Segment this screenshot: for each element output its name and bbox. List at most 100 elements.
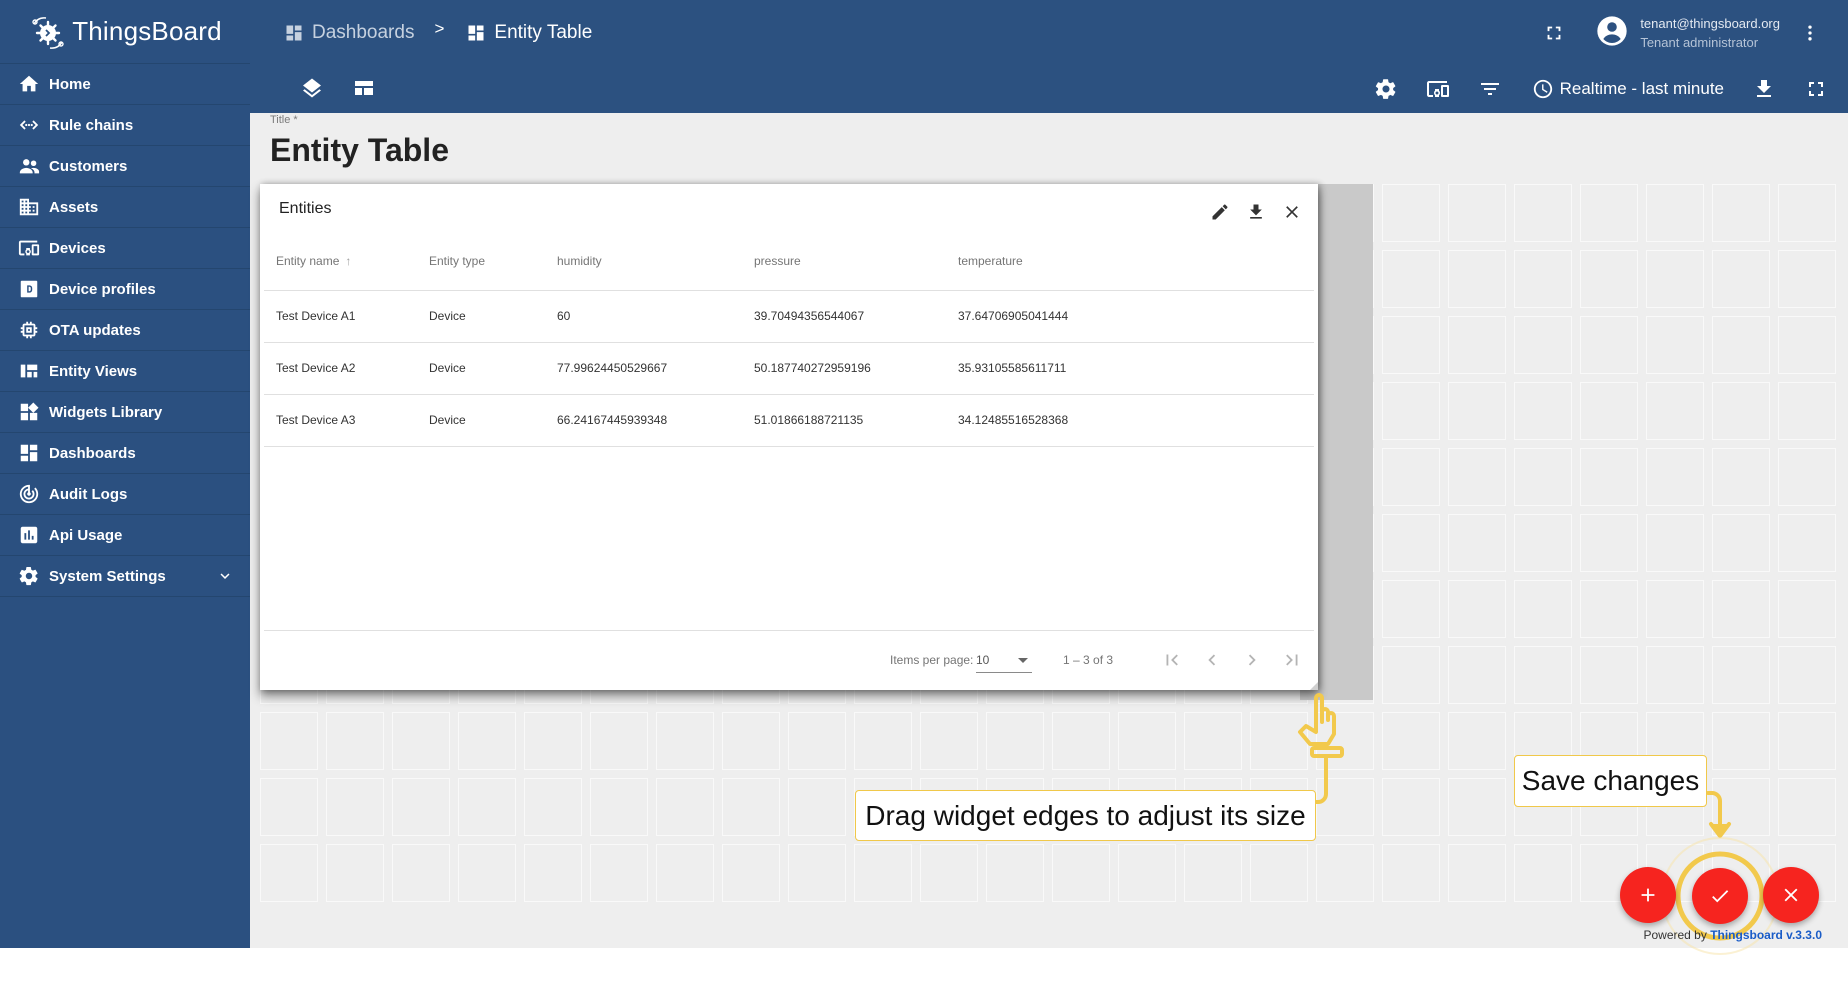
sidebar-item-devices[interactable]: Devices: [0, 228, 250, 269]
breadcrumb-dashboards[interactable]: Dashboards: [284, 22, 414, 44]
layers-button[interactable]: [300, 76, 324, 100]
edit-widget-button[interactable]: [1208, 200, 1232, 224]
cell-entity-type: Device: [417, 394, 545, 447]
sidebar-item-customers[interactable]: Customers: [0, 146, 250, 187]
table-row[interactable]: Test Device A2 Device 77.99624450529667 …: [264, 342, 1314, 395]
grid-cell: [656, 844, 714, 902]
table-row[interactable]: Test Device A1 Device 60 39.704943565440…: [264, 290, 1314, 343]
sidebar-item-label: Assets: [49, 198, 99, 216]
grid-cell: [1712, 316, 1770, 374]
powered-by: Powered by Thingsboard v.3.3.0: [1643, 928, 1822, 942]
grid-cell: [392, 778, 450, 836]
grid-cell: [392, 712, 450, 770]
export-button[interactable]: [1752, 77, 1776, 101]
sidebar-item-audit-logs[interactable]: Audit Logs: [0, 474, 250, 515]
sidebar-item-label: Entity Views: [49, 362, 138, 380]
close-icon: [1784, 888, 1798, 902]
sidebar-item-dashboards[interactable]: Dashboards: [0, 433, 250, 474]
column-header-entity-name[interactable]: Entity name ↑: [264, 232, 417, 291]
more-menu-button[interactable]: [1798, 21, 1822, 45]
grid-cell: [1382, 184, 1440, 242]
grid-cell: [1382, 448, 1440, 506]
check-icon: [1712, 890, 1729, 903]
grid-cell: [1580, 184, 1638, 242]
save-changes-button[interactable]: [1692, 868, 1748, 924]
resize-handle[interactable]: [1310, 682, 1318, 690]
previous-page-button[interactable]: [1199, 645, 1225, 675]
items-per-page-select[interactable]: 10: [976, 647, 1032, 673]
grid-cell: [1448, 316, 1506, 374]
logo[interactable]: ThingsBoard: [0, 0, 250, 64]
column-header-entity-type[interactable]: Entity type: [417, 232, 545, 291]
grid-cell: [1382, 250, 1440, 308]
settings-button[interactable]: [1374, 77, 1398, 101]
grid-cell: [326, 712, 384, 770]
sidebar-item-home[interactable]: Home: [0, 64, 250, 105]
grid-cell: [788, 778, 846, 836]
version-link[interactable]: Thingsboard v.3.3.0: [1710, 928, 1822, 942]
cell-entity-name: Test Device A1: [264, 290, 417, 343]
fullscreen-app-button[interactable]: [1542, 21, 1566, 45]
discard-changes-button[interactable]: [1763, 867, 1819, 923]
avatar[interactable]: [1596, 15, 1628, 52]
dashboard-title-input[interactable]: Entity Table: [270, 132, 449, 169]
column-header-humidity[interactable]: humidity: [545, 232, 742, 291]
settings-icon: [18, 565, 40, 587]
grid-cell: [1580, 580, 1638, 638]
grid-cell: [1778, 382, 1836, 440]
sidebar-item-rule-chains[interactable]: Rule chains: [0, 105, 250, 146]
edit-toolbar-left: [300, 76, 376, 100]
sidebar-item-ota-updates[interactable]: OTA updates: [0, 310, 250, 351]
sidebar-item-label: Widgets Library: [49, 403, 163, 421]
timewindow-button[interactable]: Realtime - last minute: [1532, 78, 1724, 100]
header: Dashboards > Entity Table tenant@thingsb…: [250, 0, 1848, 113]
filters-button[interactable]: [1478, 77, 1502, 101]
grid-cell: [1646, 184, 1704, 242]
track-changes-icon: [18, 483, 40, 505]
grid-cell: [260, 778, 318, 836]
layout-button[interactable]: [352, 76, 376, 100]
table-row[interactable]: Test Device A3 Device 66.24167445939348 …: [264, 394, 1314, 447]
grid-cell: [1712, 382, 1770, 440]
chevron-down-icon[interactable]: [216, 567, 234, 585]
widgets-icon: [18, 401, 40, 423]
layers-icon: [303, 78, 321, 98]
sidebar-item-device-profiles[interactable]: Device profiles: [0, 269, 250, 310]
view-quilt-icon: [18, 360, 40, 382]
resize-hint-callout: Drag widget edges to adjust its size: [855, 790, 1316, 841]
grid-cell: [1580, 646, 1638, 704]
grid-cell: [1712, 184, 1770, 242]
remove-widget-button[interactable]: [1280, 200, 1304, 224]
cell-entity-name: Test Device A2: [264, 342, 417, 395]
add-widget-button[interactable]: [1620, 867, 1676, 923]
clock-icon: [1533, 79, 1552, 99]
column-header-temperature[interactable]: temperature: [946, 232, 1314, 291]
dashboard-icon: [286, 25, 302, 41]
sidebar-item-assets[interactable]: Assets: [0, 187, 250, 228]
sidebar-item-api-usage[interactable]: Api Usage: [0, 515, 250, 556]
dropdown-caret-icon: [1018, 658, 1028, 663]
last-page-icon: [1286, 654, 1298, 666]
last-page-button[interactable]: [1279, 645, 1305, 675]
grid-cell: [1316, 712, 1374, 770]
entity-aliases-button[interactable]: [1426, 77, 1450, 101]
column-header-pressure[interactable]: pressure: [742, 232, 946, 291]
code-arrows-icon: [18, 114, 40, 136]
sidebar-item-system-settings[interactable]: System Settings: [0, 556, 250, 597]
memory-chip-icon: [18, 319, 40, 341]
sidebar-item-entity-views[interactable]: Entity Views: [0, 351, 250, 392]
grid-cell: [1448, 382, 1506, 440]
user-info[interactable]: tenant@thingsboard.org Tenant administra…: [1640, 14, 1780, 52]
grid-cell: [1778, 778, 1836, 836]
cell-entity-type: Device: [417, 290, 545, 343]
sidebar-item-widgets-library[interactable]: Widgets Library: [0, 392, 250, 433]
cell-humidity: 77.99624450529667: [545, 342, 742, 395]
first-page-button[interactable]: [1159, 645, 1185, 675]
entities-table-widget[interactable]: Entities Entity name ↑ Entity type humidi…: [260, 184, 1318, 690]
next-page-button[interactable]: [1239, 645, 1265, 675]
fullscreen-dashboard-button[interactable]: [1804, 77, 1828, 101]
devices-icon: [18, 237, 40, 259]
export-widget-button[interactable]: [1244, 200, 1268, 224]
app-root: ThingsBoard Home Rule chains Customers A…: [0, 0, 1848, 955]
settings-icon: [1375, 79, 1395, 99]
